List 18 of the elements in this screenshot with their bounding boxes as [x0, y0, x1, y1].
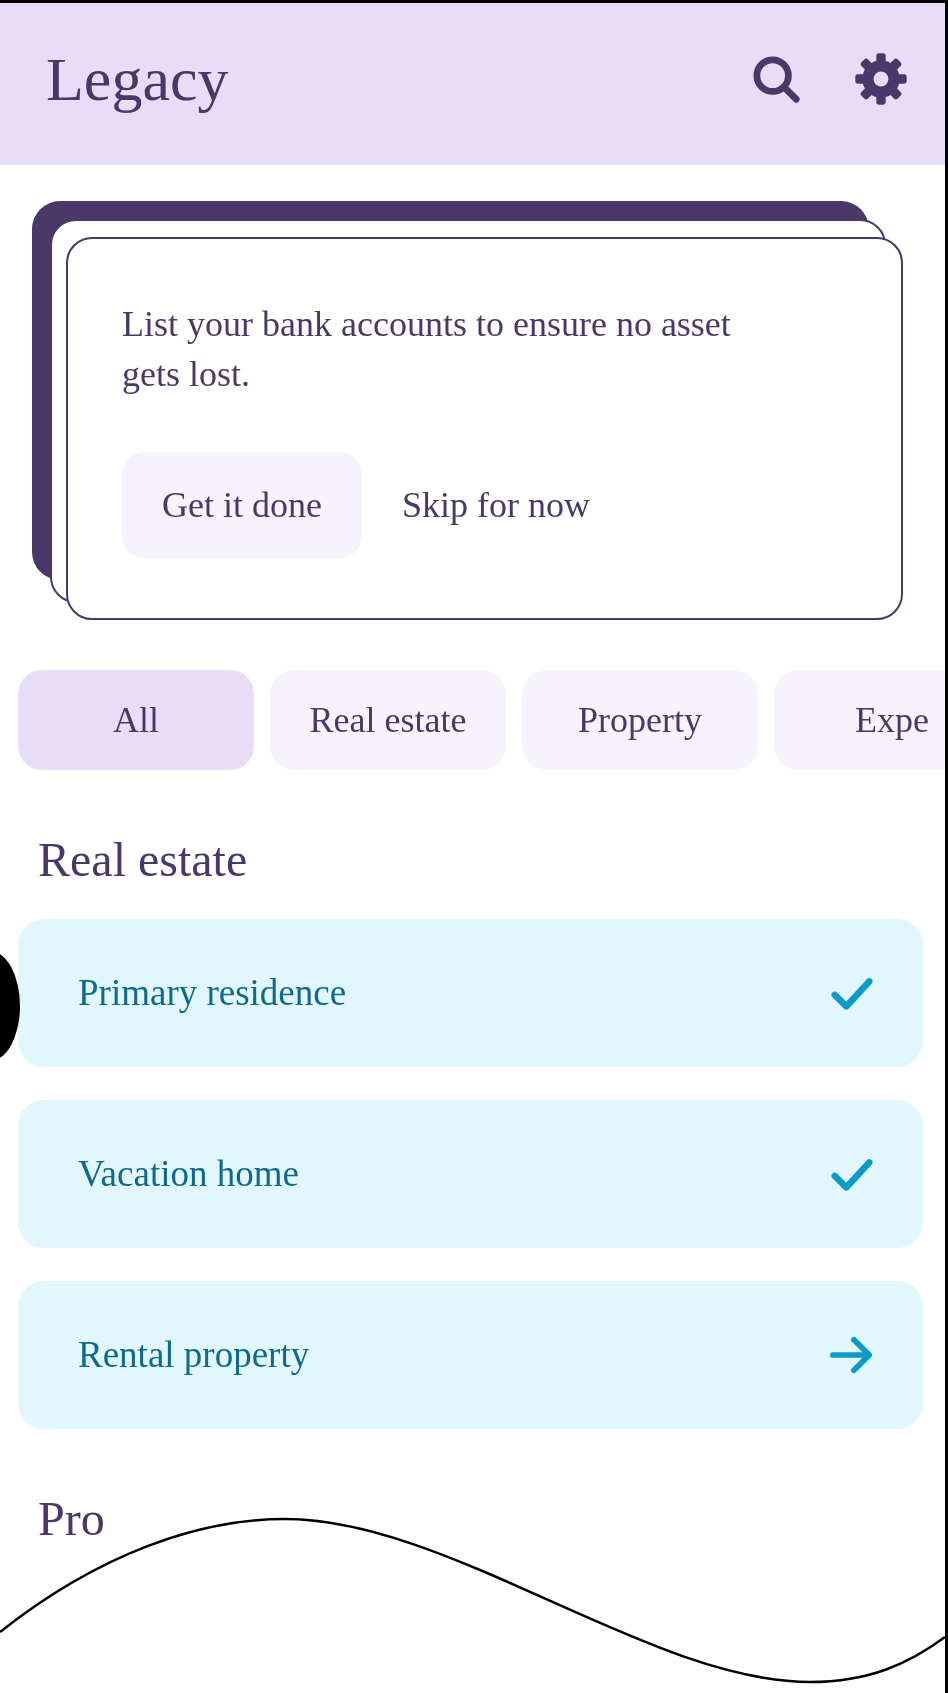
asset-label: Primary residence: [78, 971, 347, 1015]
asset-list-item[interactable]: Primary residence: [18, 918, 923, 1067]
section-heading: Real estate: [38, 831, 249, 887]
settings-icon: [853, 51, 909, 107]
settings-button[interactable]: [853, 51, 909, 107]
asset-label: Vacation home: [78, 1152, 299, 1196]
get-it-done-button[interactable]: Get it done: [122, 451, 362, 558]
asset-label: Rental property: [78, 1333, 310, 1377]
section-heading: Pro: [38, 1490, 106, 1546]
filter-chip[interactable]: Real estate: [270, 669, 506, 770]
filter-chip[interactable]: Expe: [774, 669, 945, 770]
filter-chip[interactable]: Property: [522, 669, 758, 770]
skip-button[interactable]: Skip for now: [401, 483, 590, 526]
filter-chip[interactable]: All: [18, 669, 254, 770]
asset-list-item[interactable]: Rental property: [18, 1280, 923, 1429]
asset-list-item[interactable]: Vacation home: [18, 1099, 923, 1248]
app-title: Legacy: [46, 43, 229, 115]
prompt-message: List your bank accounts to ensure no asset gets lost.: [122, 303, 732, 397]
